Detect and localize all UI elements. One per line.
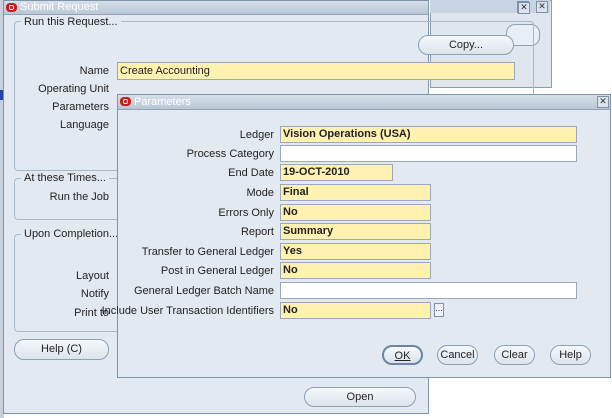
lov-button[interactable]: ... bbox=[434, 303, 444, 317]
background-window-titlebar: ✕ bbox=[430, 0, 550, 13]
name-field[interactable]: Create Accounting bbox=[117, 62, 515, 80]
transfer-gl-label: Transfer to General Ledger bbox=[141, 246, 274, 258]
clear-button[interactable]: Clear bbox=[494, 345, 535, 365]
gl-batch-name-field[interactable] bbox=[280, 282, 577, 299]
ledger-field[interactable]: Vision Operations (USA) bbox=[280, 126, 577, 143]
end-date-field[interactable]: 19-OCT-2010 bbox=[280, 164, 393, 181]
submit-request-title: Submit Request bbox=[20, 1, 99, 13]
layout-label: Layout bbox=[75, 270, 109, 282]
gl-batch-name-label: General Ledger Batch Name bbox=[133, 285, 274, 297]
submit-request-close-icon[interactable]: ✕ bbox=[518, 2, 530, 14]
clear-button-label: Clear bbox=[501, 349, 528, 361]
language-label: Language bbox=[60, 119, 109, 131]
post-gl-label: Post in General Ledger bbox=[160, 265, 274, 277]
times-group-label: At these Times... bbox=[21, 172, 109, 184]
ok-button-label: OK bbox=[394, 350, 411, 362]
parameters-label: Parameters bbox=[52, 101, 109, 113]
parameters-window: Parameters ✕ Ledger Vision Operations (U… bbox=[102, 94, 611, 378]
oracle-logo-icon bbox=[6, 3, 17, 12]
process-category-field[interactable] bbox=[280, 145, 577, 162]
mode-field[interactable]: Final bbox=[280, 184, 431, 201]
post-gl-field[interactable]: No bbox=[280, 262, 431, 279]
copy-button[interactable]: Copy... bbox=[418, 35, 514, 55]
report-label: Report bbox=[240, 226, 274, 238]
mode-label: Mode bbox=[246, 187, 274, 199]
cancel-button-label: Cancel bbox=[440, 349, 475, 361]
notify-label: Notify bbox=[80, 288, 109, 300]
open-button[interactable]: Open bbox=[304, 387, 416, 407]
run-request-group-label: Run this Request... bbox=[21, 16, 121, 28]
include-user-txn-field[interactable]: No bbox=[280, 302, 431, 319]
parameters-close-icon[interactable]: ✕ bbox=[597, 96, 609, 108]
transfer-gl-field[interactable]: Yes bbox=[280, 243, 431, 260]
print-to-label: Print to bbox=[74, 307, 109, 319]
errors-only-label: Errors Only bbox=[218, 207, 274, 219]
completion-group-label: Upon Completion... bbox=[21, 228, 122, 240]
cancel-button[interactable]: Cancel bbox=[437, 345, 478, 365]
submit-request-titlebar: Submit Request bbox=[4, 1, 529, 15]
include-user-txn-label: Include User Transaction Identifiers bbox=[101, 305, 274, 317]
report-field[interactable]: Summary bbox=[280, 223, 431, 240]
end-date-label: End Date bbox=[228, 167, 274, 179]
oracle-logo-icon bbox=[120, 97, 131, 106]
parameters-title: Parameters bbox=[134, 96, 191, 108]
operating-unit-label: Operating Unit bbox=[38, 83, 109, 95]
name-label: Name bbox=[79, 65, 109, 77]
background-close-icon[interactable]: ✕ bbox=[536, 1, 548, 13]
process-category-label: Process Category bbox=[186, 148, 274, 160]
run-job-label: Run the Job bbox=[49, 191, 109, 203]
ledger-label: Ledger bbox=[239, 129, 274, 141]
help-dialog-button-label: Help bbox=[559, 349, 582, 361]
parameters-titlebar: Parameters ✕ bbox=[118, 95, 610, 110]
help-button[interactable]: Help (C) bbox=[14, 339, 109, 360]
ok-button[interactable]: OK bbox=[382, 345, 423, 365]
help-dialog-button[interactable]: Help bbox=[550, 345, 591, 365]
errors-only-field[interactable]: No bbox=[280, 204, 431, 221]
